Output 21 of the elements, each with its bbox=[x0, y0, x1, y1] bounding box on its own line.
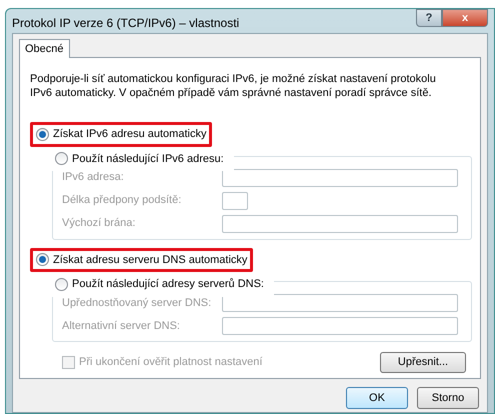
field-label: Upřednostňovaný server DNS: bbox=[62, 296, 212, 311]
option-label: Použít následující IPv6 adresu: bbox=[72, 152, 224, 166]
checkbox-label: Při ukončení ověřit platnost nastavení bbox=[79, 355, 262, 370]
option-label: Použít následující adresy serverů DNS: bbox=[72, 277, 264, 292]
option-label: Získat IPv6 adresu automaticky bbox=[53, 127, 206, 142]
field-label: Výchozí brána: bbox=[62, 216, 136, 232]
tab[interactable]: Obecné bbox=[19, 39, 70, 58]
option-label: Získat adresu serveru DNS automaticky bbox=[53, 252, 248, 268]
field-label: IPv6 adresa: bbox=[62, 170, 125, 186]
field-label: Délka předpony podsítě: bbox=[62, 193, 182, 208]
description-text: Podporuje-li síť automatickou konfiguraci IPv6, je možné získat nastavení protokolu IPv6 automaticky. V opačném případě vám správné nastavení poradí správce sítě. bbox=[30, 72, 437, 100]
radio-button[interactable] bbox=[36, 253, 49, 266]
radio-button[interactable] bbox=[55, 152, 68, 166]
dialog-button[interactable]: OK bbox=[346, 387, 408, 409]
field-label: Alternativní server DNS: bbox=[62, 318, 181, 334]
dialog-button[interactable]: Storno bbox=[417, 387, 479, 409]
radio-button[interactable] bbox=[55, 278, 68, 291]
radio-button[interactable] bbox=[36, 128, 49, 141]
advanced-button[interactable]: Upřesnit... bbox=[380, 352, 466, 373]
window-title: Protokol IP verze 6 (TCP/IPv6) – vlastnosti bbox=[12, 15, 240, 32]
help-button[interactable]: ? bbox=[416, 9, 442, 27]
